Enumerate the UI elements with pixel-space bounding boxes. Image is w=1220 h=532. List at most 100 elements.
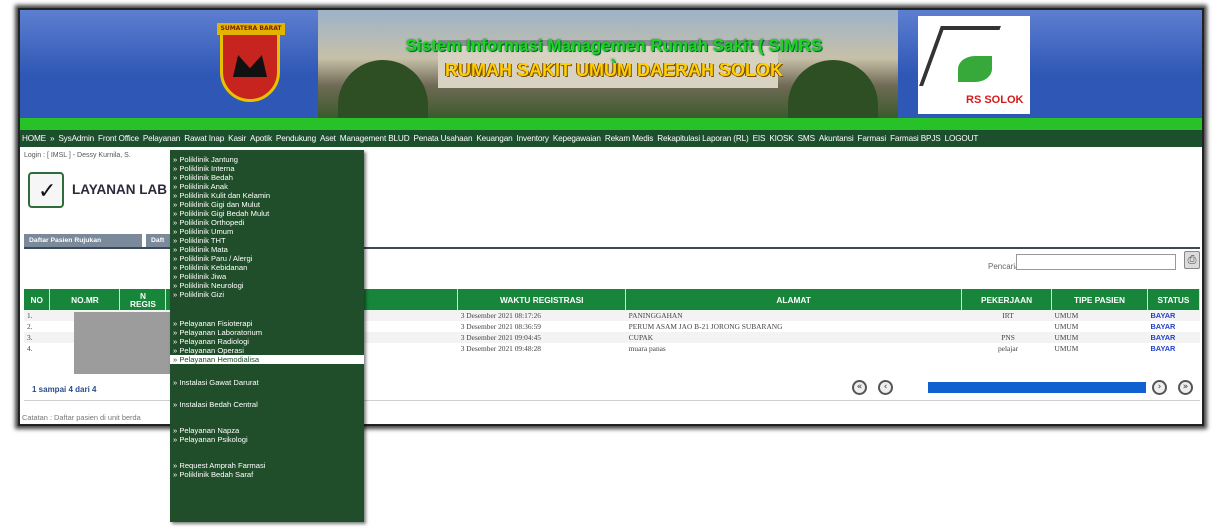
col-pekerjaan[interactable]: PEKERJAAN: [961, 289, 1053, 310]
header-banner: SUMATERA BARAT Sistem Informasi Manageme…: [20, 10, 1202, 118]
footnote: Catatan : Daftar pasien di unit berda: [22, 413, 141, 422]
nav-item-inventory[interactable]: Inventory: [517, 134, 549, 143]
menu-item-poliklinik-bedah[interactable]: » Poliklinik Bedah: [170, 173, 364, 182]
menu-item-poliklinik-jantung[interactable]: » Poliklinik Jantung: [170, 155, 364, 164]
cell-waktu: 3 Desember 2021 08:17:26: [457, 310, 626, 321]
menu-item-poliklinik-kebidanan[interactable]: » Poliklinik Kebidanan: [170, 263, 364, 272]
col-alamat[interactable]: ALAMAT: [625, 289, 963, 310]
menu-item-pelayanan-napza[interactable]: » Pelayanan Napza: [170, 426, 364, 435]
menu-item-pelayanan-operasi[interactable]: » Pelayanan Operasi: [170, 346, 364, 355]
menu-item-poliklinik-tht[interactable]: » Poliklinik THT: [170, 236, 364, 245]
nav-item-eis[interactable]: EIS: [753, 134, 766, 143]
first-page-icon[interactable]: «: [852, 380, 867, 395]
col-no-registrasi-label: N REGIS: [130, 290, 156, 309]
nav-item-akuntansi[interactable]: Akuntansi: [819, 134, 854, 143]
cell-alamat: CUPAK: [625, 332, 962, 343]
col-tipe-pasien[interactable]: TIPE PASIEN: [1051, 289, 1148, 310]
nav-item-kasir[interactable]: Kasir: [228, 134, 246, 143]
col-no-registrasi[interactable]: N REGIS: [119, 289, 167, 310]
prev-page-icon[interactable]: ‹: [878, 380, 893, 395]
page-logo-icon: ✓: [28, 172, 64, 208]
col-status[interactable]: STATUS: [1147, 289, 1201, 310]
col-no[interactable]: NO: [24, 289, 51, 310]
print-icon[interactable]: ⎙: [1184, 251, 1200, 269]
cell-alamat: PERUM ASAM JAO B-21 JORONG SUBARANG: [625, 321, 962, 332]
cell-no: 1.: [24, 310, 50, 321]
redacted-patient-info: [74, 312, 184, 374]
menu-item-pelayanan-laboratorium[interactable]: » Pelayanan Laboratorium: [170, 328, 364, 337]
cell-tipe-pasien: UMUM: [1051, 310, 1148, 321]
nav-item-farmasi[interactable]: Farmasi: [858, 134, 887, 143]
menu-item-poliklinik-paru-alergi[interactable]: » Poliklinik Paru / Alergi: [170, 254, 364, 263]
nav-item-home[interactable]: HOME: [22, 134, 46, 143]
menu-item-poliklinik-orthopedi[interactable]: » Poliklinik Orthopedi: [170, 218, 364, 227]
menu-item-poliklinik-kulit-dan-kelamin[interactable]: » Poliklinik Kulit dan Kelamin: [170, 191, 364, 200]
pelayanan-dropdown-menu: » Poliklinik Jantung» Poliklinik Interna…: [170, 150, 364, 522]
menu-item-instalasi-bedah-central[interactable]: » Instalasi Bedah Central: [170, 400, 364, 409]
cell-status-link[interactable]: BAYAR: [1147, 310, 1200, 321]
nav-item-front-office[interactable]: Front Office: [98, 134, 139, 143]
nav-item-apotik[interactable]: Apotik: [250, 134, 272, 143]
page-title: LAYANAN LAB: [72, 182, 168, 197]
cell-status-link[interactable]: BAYAR: [1147, 321, 1200, 332]
menu-item-poliklinik-umum[interactable]: » Poliklinik Umum: [170, 227, 364, 236]
cell-pekerjaan: PNS: [961, 332, 1052, 343]
nav-item-penata-usahaan[interactable]: Penata Usahaan: [413, 134, 472, 143]
menu-item-pelayanan-hemodialisa[interactable]: » Pelayanan Hemodialisa: [170, 355, 364, 364]
menu-item-poliklinik-gigi-bedah-mulut[interactable]: » Poliklinik Gigi Bedah Mulut: [170, 209, 364, 218]
cell-alamat: muara panas: [625, 343, 962, 354]
menu-item-poliklinik-mata[interactable]: » Poliklinik Mata: [170, 245, 364, 254]
menu-item-pelayanan-fisioterapi[interactable]: » Pelayanan Fisioterapi: [170, 319, 364, 328]
cell-waktu: 3 Desember 2021 08:36:59: [457, 321, 626, 332]
menu-item-instalasi-gawat-darurat[interactable]: » Instalasi Gawat Darurat: [170, 378, 364, 387]
nav-item-rekam-medis[interactable]: Rekam Medis: [605, 134, 654, 143]
cell-tipe-pasien: UMUM: [1051, 332, 1148, 343]
next-page-icon[interactable]: ›: [1152, 380, 1167, 395]
page-progress-bar: [928, 382, 1146, 393]
menu-item-poliklinik-interna[interactable]: » Poliklinik Interna: [170, 164, 364, 173]
logo-text: RS SOLOK: [966, 94, 1024, 106]
menu-item-request-amprah-farmasi[interactable]: » Request Amprah Farmasi: [170, 461, 364, 470]
nav-item-rekapitulasi-laporan-rl-[interactable]: Rekapitulasi Laporan (RL): [657, 134, 749, 143]
cell-no: 3.: [24, 332, 50, 343]
cell-tipe-pasien: UMUM: [1051, 321, 1148, 332]
cell-pekerjaan: [961, 321, 1052, 332]
menu-item-pelayanan-psikologi[interactable]: » Pelayanan Psikologi: [170, 435, 364, 444]
nav-item-sysadmin[interactable]: SysAdmin: [58, 134, 94, 143]
cell-status-link[interactable]: BAYAR: [1147, 343, 1200, 354]
nav-item-pendukung[interactable]: Pendukung: [276, 134, 316, 143]
nav-item-logout[interactable]: LOGOUT: [945, 134, 979, 143]
col-no-mr[interactable]: NO.MR: [49, 289, 121, 310]
nav-separator-icon: »: [49, 134, 55, 143]
nav-item-rawat-inap[interactable]: Rawat Inap: [184, 134, 224, 143]
emblem-ribbon: SUMATERA BARAT: [217, 23, 285, 35]
menu-item-poliklinik-bedah-saraf[interactable]: » Poliklinik Bedah Saraf: [170, 470, 364, 479]
last-page-icon[interactable]: »: [1178, 380, 1193, 395]
nav-item-sms[interactable]: SMS: [798, 134, 815, 143]
cell-tipe-pasien: UMUM: [1051, 343, 1148, 354]
nav-item-management-blud[interactable]: Management BLUD: [340, 134, 410, 143]
nav-item-farmasi-bpjs[interactable]: Farmasi BPJS: [890, 134, 941, 143]
menu-item-poliklinik-anak[interactable]: » Poliklinik Anak: [170, 182, 364, 191]
menu-item-poliklinik-gizi[interactable]: » Poliklinik Gizi: [170, 290, 364, 299]
nav-item-kiosk[interactable]: KIOSK: [769, 134, 793, 143]
nav-item-pelayanan[interactable]: Pelayanan: [143, 134, 181, 143]
cell-status-link[interactable]: BAYAR: [1147, 332, 1200, 343]
search-input[interactable]: [1016, 254, 1176, 270]
nav-item-keuangan[interactable]: Keuangan: [476, 134, 512, 143]
pager-info: 1 sampai 4 dari 4: [32, 385, 97, 394]
menu-item-poliklinik-gigi-dan-mulut[interactable]: » Poliklinik Gigi dan Mulut: [170, 200, 364, 209]
cell-alamat: PANINGGAHAN: [625, 310, 962, 321]
cell-waktu: 3 Desember 2021 09:04:45: [457, 332, 626, 343]
login-info: Login : [ IMSL ] - Dessy Kurnila, S.: [24, 152, 131, 159]
cell-pekerjaan: pelajar: [961, 343, 1052, 354]
rs-solok-logo: RS SOLOK: [918, 16, 1030, 114]
menu-item-pelayanan-radiologi[interactable]: » Pelayanan Radiologi: [170, 337, 364, 346]
menu-item-poliklinik-neurologi[interactable]: » Poliklinik Neurologi: [170, 281, 364, 290]
col-waktu-registrasi[interactable]: WAKTU REGISTRASI: [457, 289, 627, 310]
menu-item-poliklinik-jiwa[interactable]: » Poliklinik Jiwa: [170, 272, 364, 281]
nav-item-kepegawaian[interactable]: Kepegawaian: [553, 134, 601, 143]
nav-item-aset[interactable]: Aset: [320, 134, 336, 143]
cell-waktu: 3 Desember 2021 09:48:28: [457, 343, 626, 354]
tab-daftar-pasien-rujukan[interactable]: Daftar Pasien Rujukan: [24, 234, 142, 247]
